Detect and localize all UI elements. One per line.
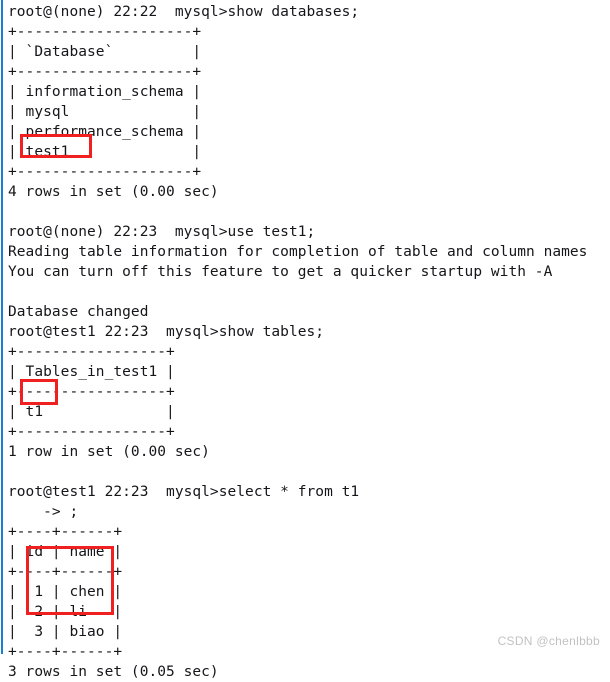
terminal-line: root@test1 22:23 mysql>show tables; [8, 324, 325, 340]
terminal-line: +--------------------+ [8, 24, 202, 40]
terminal-line: | Tables_in_test1 | [8, 364, 175, 380]
terminal-line: | `Database` | [8, 44, 202, 60]
terminal-line: | 1 | chen | [8, 584, 123, 600]
terminal-line: +----+------+ [8, 564, 123, 580]
terminal-line: 4 rows in set (0.00 sec) [8, 184, 219, 200]
terminal-line: root@test1 22:23 mysql>select * from t1 [8, 484, 360, 500]
terminal-line: | performance_schema | [8, 124, 202, 140]
terminal-line: | 3 | biao | [8, 624, 123, 640]
terminal-line: +----+------+ [8, 644, 123, 660]
terminal-line: | 2 | li | [8, 604, 123, 620]
terminal-line: root@(none) 22:22 mysql>show databases; [8, 4, 360, 20]
csdn-watermark: CSDN @chenlbbb [497, 634, 600, 648]
terminal-line: +-----------------+ [8, 424, 175, 440]
terminal-line: +--------------------+ [8, 64, 202, 80]
terminal-line: +-----------------+ [8, 344, 175, 360]
terminal-window[interactable]: root@(none) 22:22 mysql>show databases; +… [0, 0, 610, 680]
terminal-line: +----+------+ [8, 524, 123, 540]
terminal-line: 3 rows in set (0.05 sec) [8, 664, 219, 680]
terminal-line: | t1 | [8, 404, 175, 420]
terminal-line: You can turn off this feature to get a q… [8, 264, 553, 280]
terminal-line: | test1 | [8, 144, 202, 160]
terminal-line: root@(none) 22:23 mysql>use test1; [8, 224, 316, 240]
terminal-line: Database changed [8, 304, 149, 320]
terminal-left-rail [1, 0, 3, 654]
terminal-line: +-----------------+ [8, 384, 175, 400]
terminal-line: | information_schema | [8, 84, 202, 100]
terminal-line: Reading table information for completion… [8, 244, 588, 260]
terminal-line: | id | name | [8, 544, 123, 560]
terminal-line: -> ; [8, 504, 79, 520]
terminal-line: | mysql | [8, 104, 202, 120]
terminal-line: 1 row in set (0.00 sec) [8, 444, 210, 460]
terminal-line: +--------------------+ [8, 164, 202, 180]
